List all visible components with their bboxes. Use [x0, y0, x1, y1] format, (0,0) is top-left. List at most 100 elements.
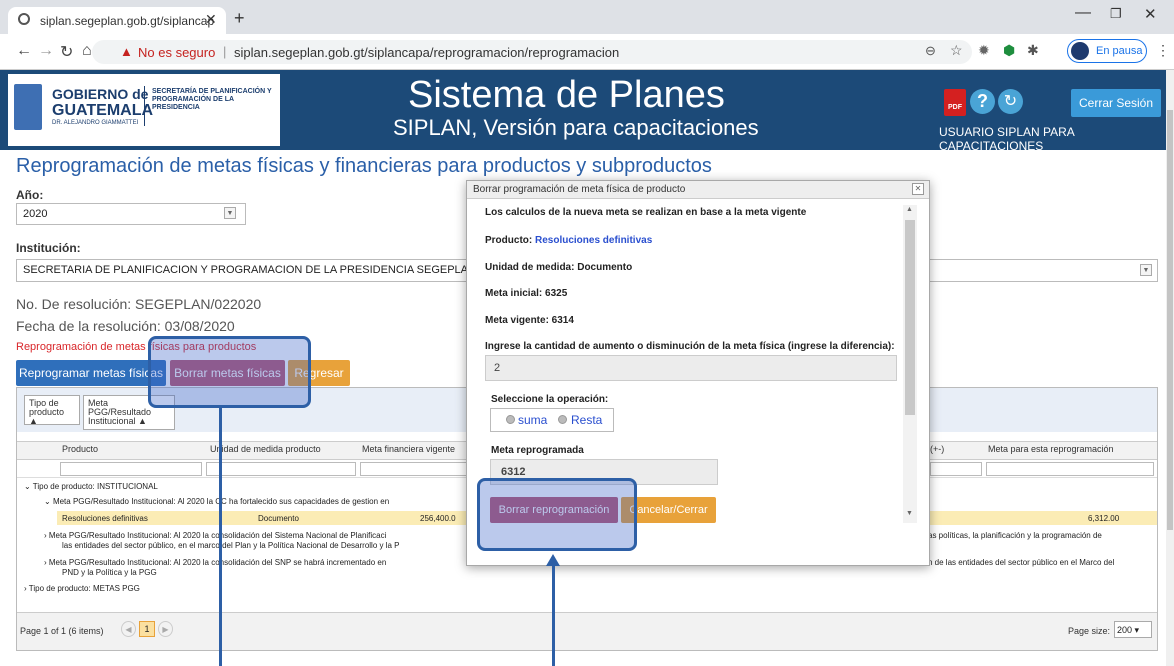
scroll-down-icon[interactable]: ▼ — [906, 510, 913, 517]
refresh-icon[interactable]: ↻ — [998, 89, 1023, 114]
year-label: Año: — [16, 188, 44, 202]
logo-text-gobierno: GOBIERNO de — [52, 86, 149, 102]
result-label: Meta reprogramada — [491, 445, 584, 456]
extension-shield-icon[interactable]: ⬢ — [1003, 42, 1015, 59]
col-header-meta-reprog[interactable]: Meta para esta reprogramación — [988, 444, 1114, 454]
pager-page-button[interactable]: 1 — [139, 621, 155, 637]
group-row-meta1[interactable]: ⌄ Meta PGG/Resultado Institucional: Al 2… — [44, 497, 389, 506]
group-row-meta2[interactable]: › Meta PGG/Resultado Institucional: Al 2… — [44, 531, 386, 540]
page-scrollbar-thumb[interactable] — [1167, 110, 1173, 530]
annotation-arrow-line-left — [219, 408, 222, 666]
radio-resta[interactable] — [558, 415, 567, 424]
group-row-metas-pgg[interactable]: › Tipo de producto: METAS PGG — [24, 584, 140, 593]
profile-avatar — [1071, 42, 1089, 60]
page-size-select[interactable]: 200 ▾ — [1114, 621, 1152, 638]
help-icon[interactable]: ? — [970, 89, 995, 114]
group-row-meta2-cont: las entidades del sector público, en el … — [62, 541, 400, 550]
cell-unidad: Documento — [258, 514, 299, 523]
logo-text-guatemala: GUATEMALA — [52, 102, 154, 119]
restore-icon[interactable]: ❐ — [1110, 6, 1122, 22]
page-size-label: Page size: — [1068, 626, 1111, 636]
group-chip-tipo[interactable]: Tipo de producto ▲ — [24, 395, 80, 426]
expand-icon[interactable]: ⌄ — [44, 497, 53, 506]
col-header-diff[interactable]: (+-) — [930, 444, 944, 454]
dialog-meta-inicial: Meta inicial: 6325 — [485, 288, 568, 299]
browser-menu-icon[interactable]: ⋮ — [1156, 42, 1170, 59]
url-text[interactable]: siplan.segeplan.gob.gt/siplancapa/reprog… — [234, 45, 619, 60]
reload-icon[interactable]: ↻ — [60, 42, 73, 62]
year-select[interactable]: 2020 — [16, 203, 246, 225]
extension-gear-icon[interactable]: ✹ — [978, 42, 990, 59]
tab-close-icon[interactable]: ✕ — [205, 11, 217, 28]
pager-prev-icon[interactable]: ◀ — [121, 621, 136, 637]
filter-meta-input[interactable] — [360, 462, 468, 476]
reprogram-button[interactable]: Reprogramar metas físicas — [16, 360, 166, 386]
radio-suma[interactable] — [506, 415, 515, 424]
dialog-meta-vigente: Meta vigente: 6314 — [485, 315, 574, 326]
cell-meta-financiera: 256,400.0 — [420, 514, 456, 523]
radio-resta-label[interactable]: Resta — [571, 413, 602, 427]
logo-divider — [144, 86, 145, 126]
operation-label: Seleccione la operación: — [491, 394, 609, 405]
window-close-icon[interactable]: ✕ — [1144, 5, 1157, 23]
col-header-meta-financiera[interactable]: Meta financiera vigente — [362, 444, 455, 454]
dialog-producto: Producto: Resoluciones definitivas — [485, 235, 653, 246]
logout-button[interactable]: Cerrar Sesión — [1071, 89, 1161, 117]
page-title: Reprogramación de metas físicas y financ… — [16, 155, 712, 177]
cell-meta-reprog: 6,312.00 — [1088, 514, 1120, 523]
group-row-institucional[interactable]: ⌄ Tipo de producto: INSTITUCIONAL — [24, 482, 158, 491]
col-header-unidad[interactable]: Unidad de medida producto — [210, 444, 321, 454]
pager-summary: Page 1 of 1 (6 items) — [20, 626, 104, 636]
dialog-instruction: Ingrese la cantidad de aumento o disminu… — [485, 341, 895, 352]
dialog-unidad: Unidad de medida: Documento — [485, 262, 633, 273]
group-row-meta3-cont: PND y la Política y la PGG — [62, 568, 157, 577]
dialog-note: Los calculos de la nueva meta se realiza… — [485, 207, 807, 218]
dialog-close-icon[interactable]: ✕ — [912, 183, 924, 195]
filter-diff-input[interactable] — [930, 462, 982, 476]
scroll-up-icon[interactable]: ▲ — [906, 206, 913, 213]
chevron-down-icon[interactable]: ▼ — [1140, 264, 1152, 276]
grid-pager — [17, 612, 1157, 650]
pager-next-icon[interactable]: ▶ — [158, 621, 173, 637]
cell-producto: Resoluciones definitivas — [62, 514, 148, 523]
logo-mark-icon — [14, 84, 42, 130]
user-label: USUARIO SIPLAN PARA CAPACITACIONES — [939, 125, 1075, 153]
logo-text-president: DR. ALEJANDRO GIAMMATTEI — [52, 120, 139, 126]
url-separator: | — [223, 44, 227, 59]
annotation-highlight-delete-goals — [148, 336, 311, 408]
institution-label: Institución: — [16, 241, 81, 255]
col-header-producto[interactable]: Producto — [62, 444, 98, 454]
filter-reprog-input[interactable] — [986, 462, 1154, 476]
expand-icon[interactable]: ⌄ — [24, 482, 33, 491]
group-row-meta3-right: n de las entidades del sector público en… — [928, 558, 1115, 567]
group-row-meta3[interactable]: › Meta PGG/Resultado Institucional: Al 2… — [44, 558, 386, 567]
filter-producto-input[interactable] — [60, 462, 202, 476]
forward-icon[interactable]: → — [38, 42, 54, 60]
resolution-date: Fecha de la resolución: 03/08/2020 — [16, 318, 235, 334]
pdf-icon[interactable]: PDF — [944, 89, 966, 116]
filter-unidad-input[interactable] — [206, 462, 356, 476]
radio-suma-label[interactable]: suma — [518, 413, 547, 427]
warning-icon[interactable]: ▲ — [120, 44, 133, 59]
dialog-scrollbar-thumb[interactable] — [905, 220, 915, 415]
app-subtitle: SIPLAN, Versión para capacitaciones — [393, 115, 759, 140]
insecure-label[interactable]: No es seguro — [138, 45, 215, 60]
app-title: Sistema de Planes — [408, 74, 725, 116]
bookmark-star-icon[interactable]: ☆ — [950, 42, 963, 59]
annotation-arrow-line-right — [552, 564, 555, 666]
globe-icon — [18, 13, 30, 25]
new-tab-icon[interactable]: + — [234, 8, 245, 29]
extensions-puzzle-icon[interactable]: ✱ — [1027, 42, 1039, 59]
annotation-highlight-delete-reprog — [477, 478, 637, 551]
resolution-number: No. De resolución: SEGEPLAN/022020 — [16, 296, 262, 312]
home-icon[interactable]: ⌂ — [82, 42, 92, 60]
chevron-down-icon[interactable]: ▼ — [224, 207, 236, 219]
group-row-meta2-right: as políticas, la planificación y la prog… — [928, 531, 1102, 540]
zoom-icon[interactable]: ⊖ — [925, 43, 936, 59]
browser-tab[interactable]: siplan.segeplan.gob.gt/siplancap — [8, 7, 226, 34]
dialog-title: Borrar programación de meta física de pr… — [467, 181, 929, 199]
logo-text-secretaria: SECRETARÍA DE PLANIFICACIÓN Y PROGRAMACI… — [152, 88, 272, 111]
difference-input[interactable]: 2 — [485, 355, 897, 381]
back-icon[interactable]: ← — [16, 42, 32, 60]
minimize-icon[interactable]: — — [1075, 4, 1091, 22]
